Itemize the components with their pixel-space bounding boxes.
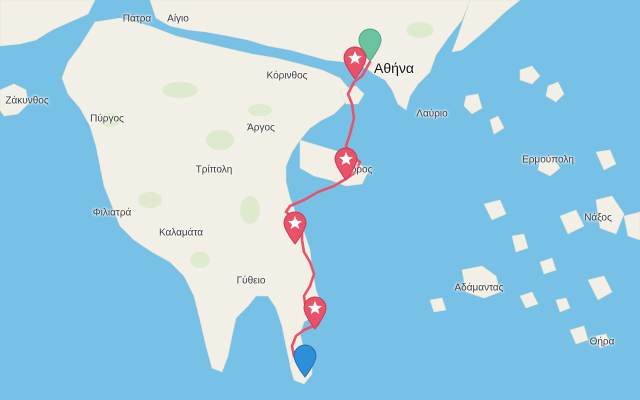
city-label-adamantas: Αδάμαντας	[454, 282, 504, 294]
city-label-tripoli: Τρίπολη	[195, 164, 233, 176]
city-label-pyrgos: Πύργος	[90, 113, 124, 125]
map-view[interactable]: Πάτρα Αίγιο Αθήνα Κόρινθος Ζάκυνθος Πύργ…	[0, 0, 640, 400]
city-label-argos: Άργος	[247, 122, 275, 134]
city-label-zakynthos: Ζάκυνθος	[5, 95, 49, 107]
stop-marker-4[interactable]	[302, 296, 328, 330]
stop-marker-1[interactable]	[342, 46, 368, 80]
city-label-lavrio: Λαύριο	[416, 108, 448, 120]
city-label-gytheio: Γύθειο	[236, 275, 266, 287]
end-marker[interactable]	[292, 344, 318, 378]
city-label-aigio: Αίγιο	[167, 13, 189, 25]
map-base-layer	[0, 0, 640, 400]
city-label-naxos: Νάξος	[584, 212, 612, 224]
city-label-ermoupoli: Ερμούπολη	[522, 154, 574, 166]
city-label-korinthos: Κόρινθος	[266, 70, 308, 82]
city-label-kalamata: Καλαμάτα	[158, 227, 204, 239]
stop-marker-2[interactable]	[333, 147, 359, 181]
stop-marker-3[interactable]	[282, 211, 308, 245]
city-label-thira: Θήρα	[589, 336, 615, 348]
city-label-athina: Αθήνα	[373, 60, 415, 76]
city-label-patra: Πάτρα	[122, 13, 152, 25]
city-label-filiatra: Φιλιατρά	[92, 207, 132, 219]
